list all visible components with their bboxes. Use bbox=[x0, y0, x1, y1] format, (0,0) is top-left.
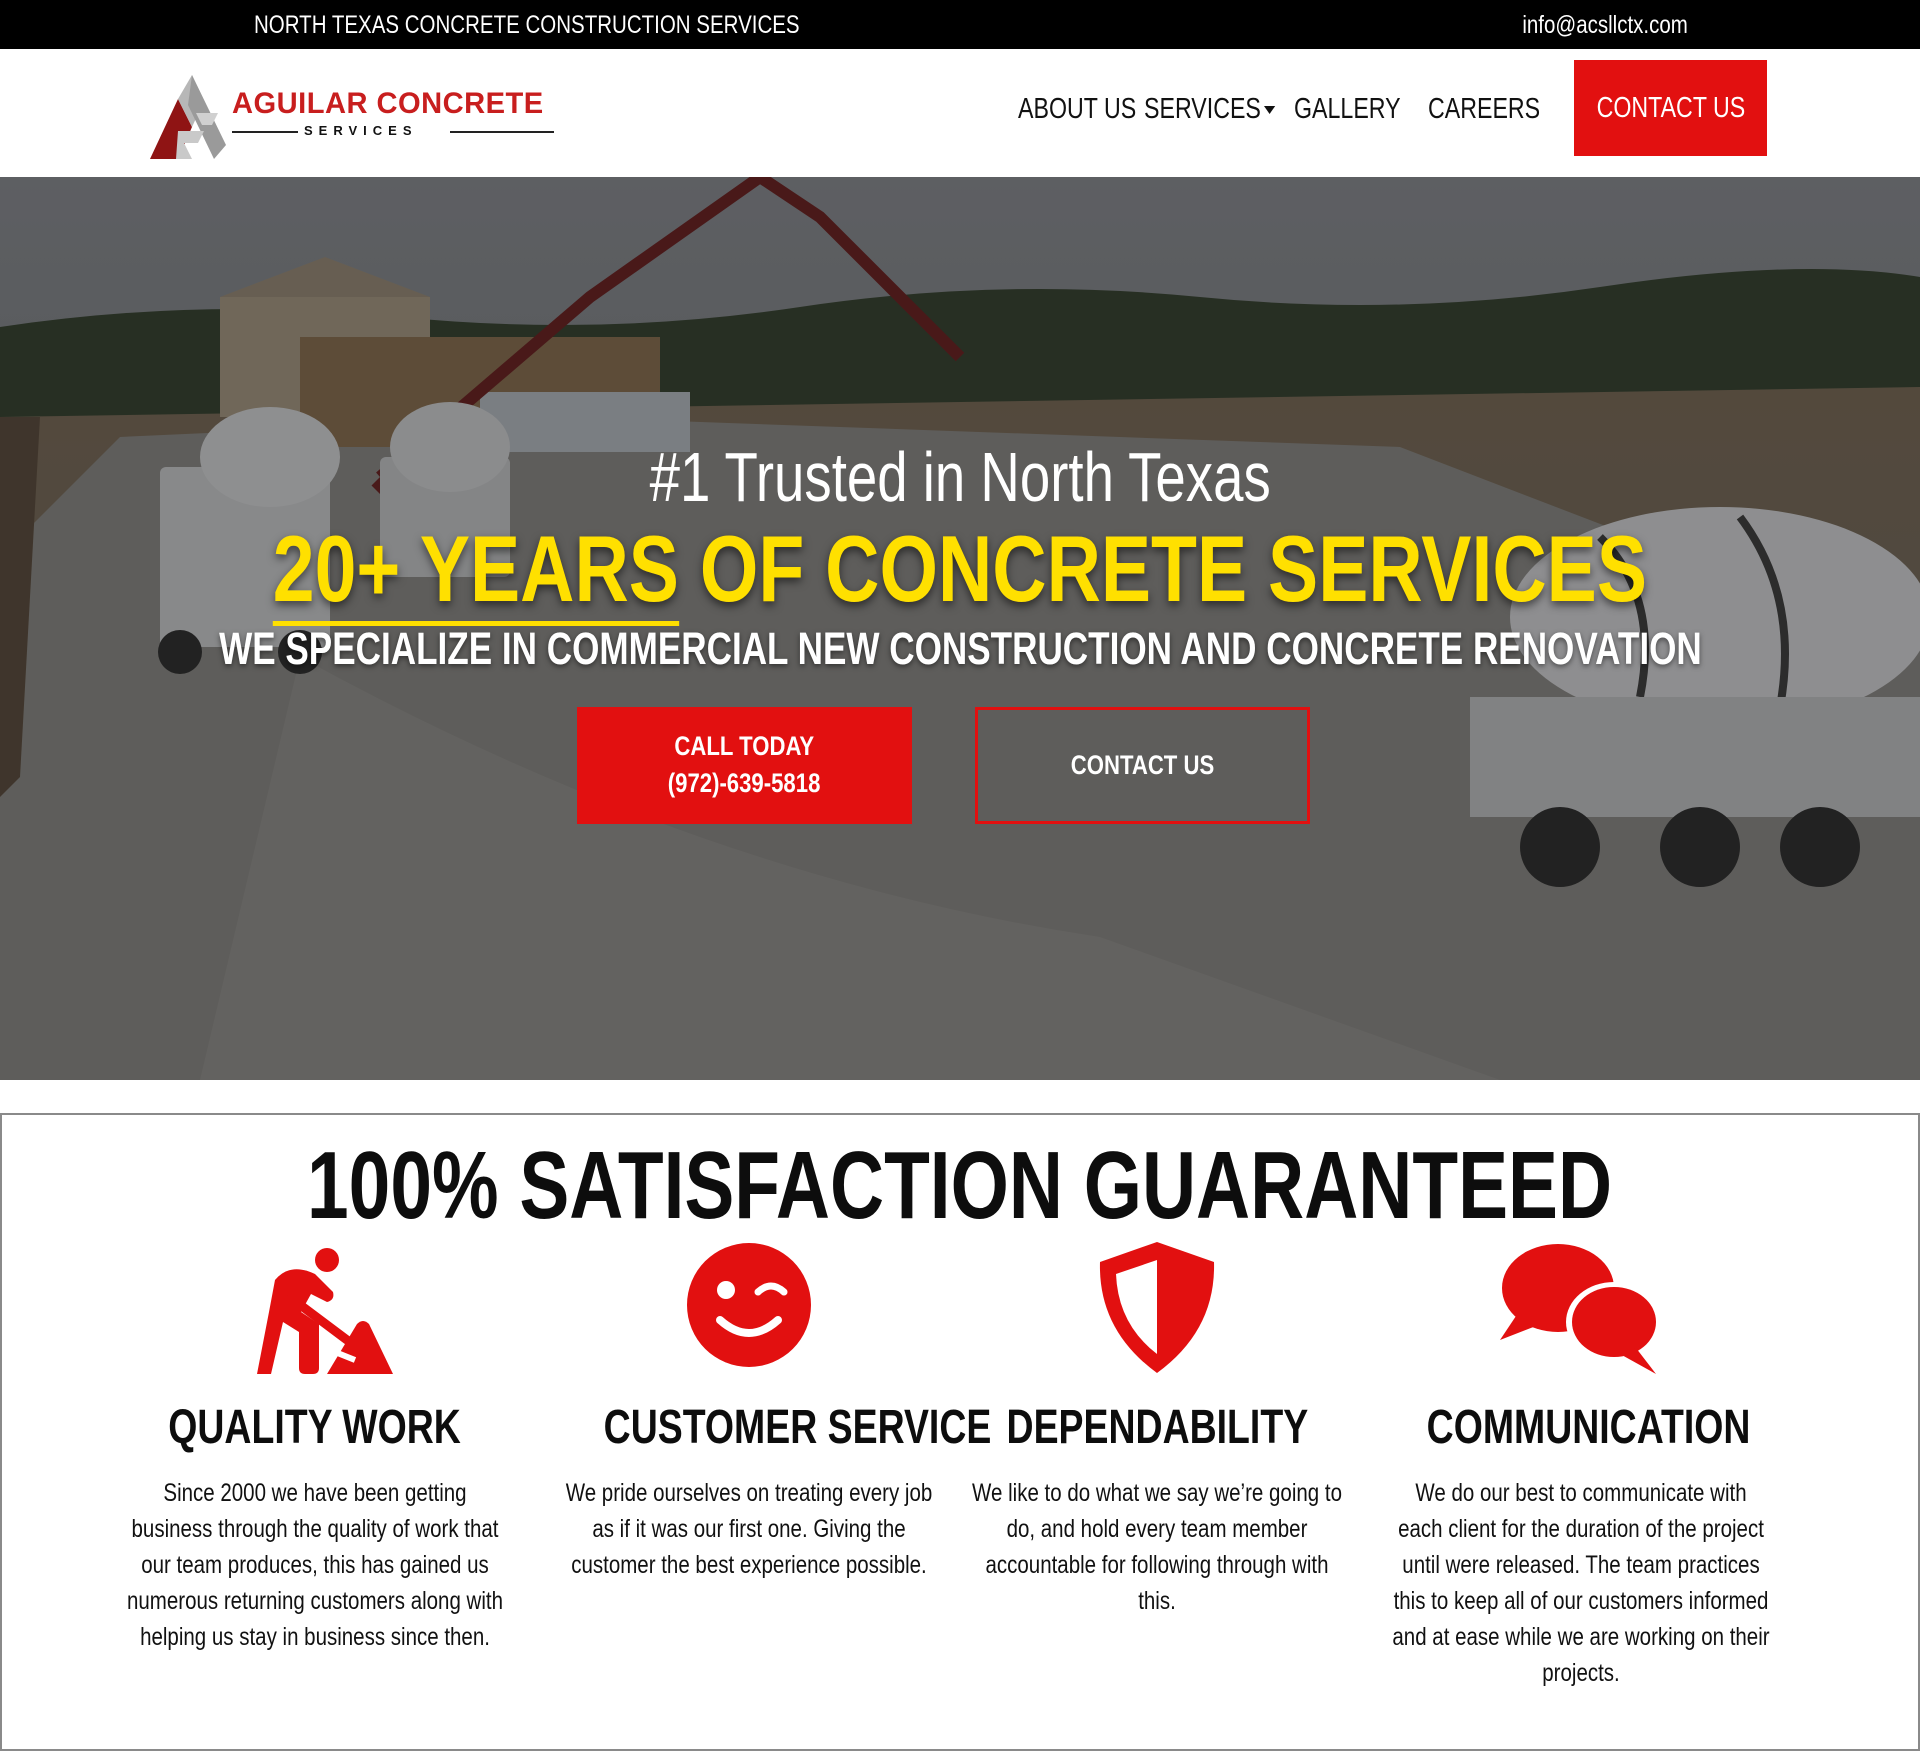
site-header: AGUILAR CONCRETE SERVICES ABOUT US SERVI… bbox=[0, 49, 1920, 177]
header-contact-button[interactable]: CONTACT US bbox=[1574, 60, 1767, 156]
feature-title-text: CUSTOMER SERVICE bbox=[603, 1401, 992, 1454]
hero-headline-rest: OF CONCRETE SERVICES bbox=[679, 516, 1648, 621]
nav-about-us-label: ABOUT US bbox=[1018, 93, 1137, 125]
feature-title: DEPENDABILITY bbox=[957, 1400, 1357, 1455]
header-contact-label: CONTACT US bbox=[1596, 91, 1745, 124]
feature-description: We like to do what we say we’re going to… bbox=[967, 1475, 1347, 1619]
hero-section: #1 Trusted in North Texas 20+ YEARS OF C… bbox=[0, 177, 1920, 1080]
top-bar-tagline: NORTH TEXAS CONCRETE CONSTRUCTION SERVIC… bbox=[254, 11, 800, 39]
worker-shoveling-icon bbox=[257, 1248, 393, 1374]
nav-about-us[interactable]: ABOUT US bbox=[1018, 93, 1136, 126]
feature-description: We pride ourselves on treating every job… bbox=[559, 1475, 939, 1583]
feature-description-text: We do our best to communicate with each … bbox=[1392, 1479, 1770, 1687]
call-today-phone: (972)-639-5818 bbox=[668, 768, 821, 798]
hero-kicker: #1 Trusted in North Texas bbox=[0, 437, 1920, 517]
feature-description: We do our best to communicate with each … bbox=[1391, 1475, 1771, 1691]
call-today-button[interactable]: CALL TODAY (972)-639-5818 bbox=[577, 707, 912, 824]
satisfaction-title: 100% SATISFACTION GUARANTEED bbox=[2, 1131, 1918, 1241]
satisfaction-title-text: 100% SATISFACTION GUARANTEED bbox=[307, 1132, 1613, 1239]
top-bar: NORTH TEXAS CONCRETE CONSTRUCTION SERVIC… bbox=[0, 0, 1920, 49]
call-today-label: CALL TODAY bbox=[674, 731, 815, 761]
satisfaction-section: 100% SATISFACTION GUARANTEED QUALITY WOR… bbox=[0, 1113, 1920, 1751]
logo-divider-right bbox=[450, 131, 554, 133]
shield-icon bbox=[1099, 1242, 1215, 1373]
logo-mark-icon bbox=[150, 75, 226, 159]
hero-headline: 20+ YEARS OF CONCRETE SERVICES bbox=[0, 515, 1920, 626]
feature-title: QUALITY WORK bbox=[115, 1400, 515, 1455]
nav-gallery-label: GALLERY bbox=[1294, 93, 1401, 125]
winking-smile-icon bbox=[687, 1243, 811, 1367]
logo-divider-left bbox=[232, 131, 298, 133]
hero-contact-button[interactable]: CONTACT US bbox=[975, 707, 1310, 824]
nav-careers-label: CAREERS bbox=[1428, 93, 1541, 125]
company-logo[interactable]: AGUILAR CONCRETE SERVICES bbox=[148, 69, 558, 161]
feature-title: COMMUNICATION bbox=[1381, 1400, 1781, 1455]
hero-subline: WE SPECIALIZE IN COMMERCIAL NEW CONSTRUC… bbox=[0, 623, 1920, 675]
hero-subline-text: WE SPECIALIZE IN COMMERCIAL NEW CONSTRUC… bbox=[218, 623, 1702, 674]
email-link[interactable]: info@acsllctx.com bbox=[1523, 11, 1688, 40]
feature-description-text: Since 2000 we have been getting business… bbox=[126, 1479, 504, 1651]
nav-careers[interactable]: CAREERS bbox=[1428, 93, 1540, 126]
nav-services[interactable]: SERVICES bbox=[1144, 93, 1276, 126]
feature-description-text: We like to do what we say we’re going to… bbox=[972, 1479, 1342, 1615]
feature-title: CUSTOMER SERVICE bbox=[549, 1400, 992, 1455]
hero-contact-label: CONTACT US bbox=[1070, 750, 1215, 780]
feature-customer-service: CUSTOMER SERVICE We pride ourselves on t… bbox=[549, 1240, 992, 1720]
feature-title-text: DEPENDABILITY bbox=[1006, 1401, 1308, 1454]
hero-headline-underlined: 20+ YEARS bbox=[272, 516, 680, 626]
nav-gallery[interactable]: GALLERY bbox=[1294, 93, 1401, 126]
logo-brand-text: AGUILAR CONCRETE bbox=[232, 87, 544, 120]
chat-bubbles-icon bbox=[1500, 1244, 1662, 1374]
nav-services-label: SERVICES bbox=[1144, 93, 1261, 125]
chevron-down-icon bbox=[1264, 106, 1276, 115]
feature-description: Since 2000 we have been getting business… bbox=[125, 1475, 505, 1655]
feature-communication: COMMUNICATION We do our best to communic… bbox=[1381, 1240, 1781, 1720]
feature-quality-work: QUALITY WORK Since 2000 we have been get… bbox=[115, 1240, 515, 1720]
hero-kicker-text: #1 Trusted in North Texas bbox=[649, 438, 1271, 516]
logo-sub-text: SERVICES bbox=[304, 123, 418, 138]
feature-description-text: We pride ourselves on treating every job… bbox=[565, 1479, 933, 1579]
feature-title-text: COMMUNICATION bbox=[1426, 1401, 1751, 1454]
feature-title-text: QUALITY WORK bbox=[168, 1401, 462, 1454]
feature-dependability: DEPENDABILITY We like to do what we say … bbox=[957, 1240, 1357, 1720]
